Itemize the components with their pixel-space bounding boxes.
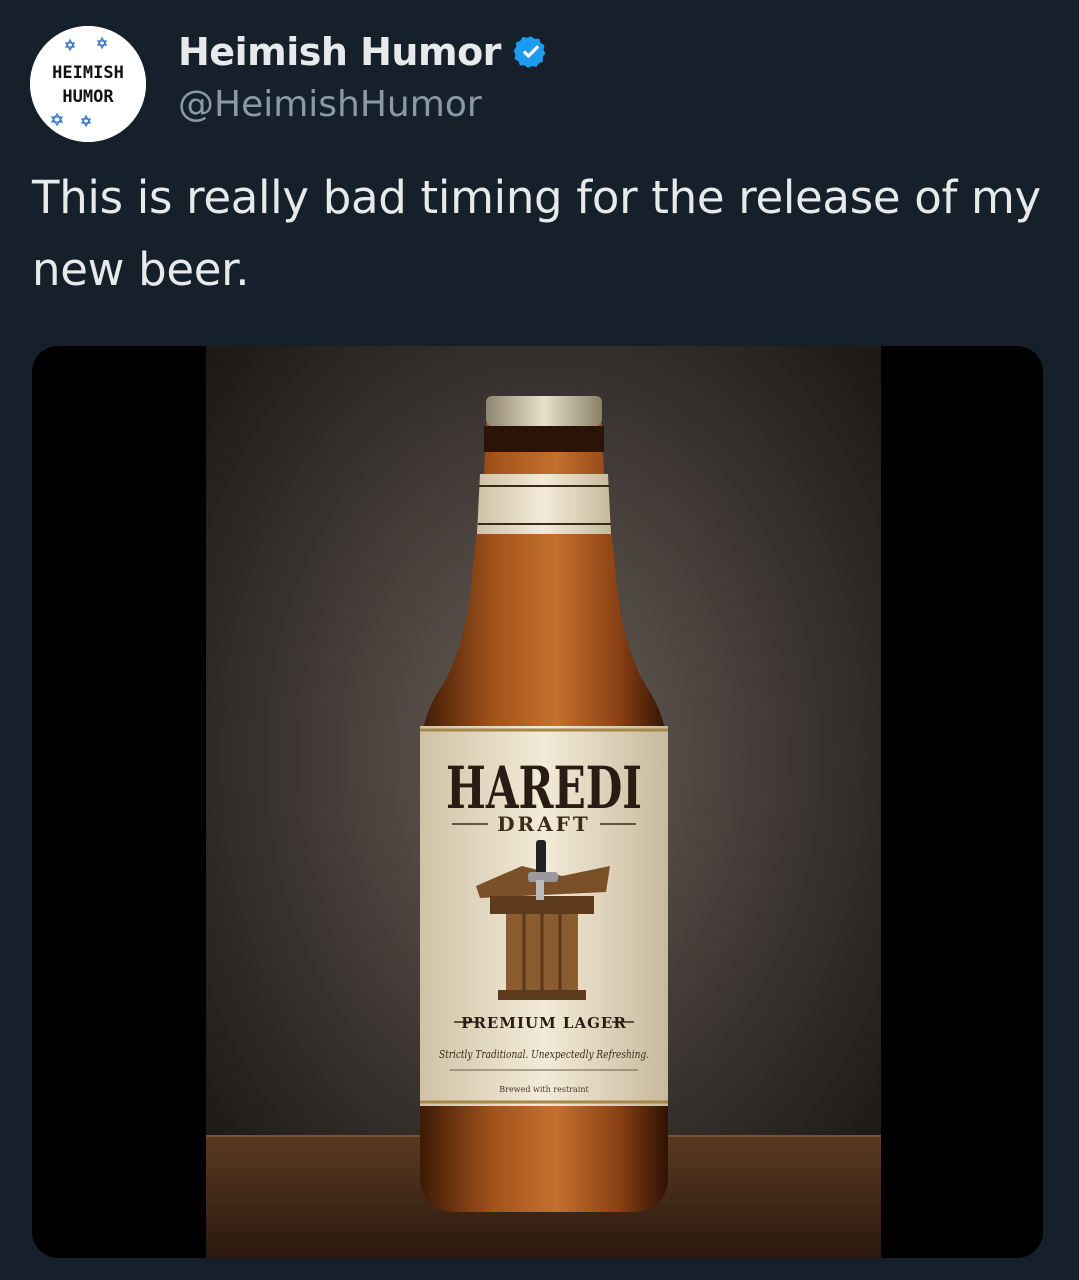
label-small-print: Brewed with restraint xyxy=(499,1085,589,1094)
label-tagline: Strictly Traditional. Unexpectedly Refre… xyxy=(439,1048,649,1061)
logo-text-line-2: HUMOR xyxy=(62,87,114,107)
verified-badge-icon xyxy=(513,36,546,68)
heimish-humor-logo: HEIMISH HUMOR xyxy=(30,26,146,142)
label-sub: DRAFT xyxy=(497,812,591,836)
author-display-name[interactable]: Heimish Humor xyxy=(178,30,501,74)
author-handle[interactable]: @HeimishHumor xyxy=(178,84,482,125)
beer-bottle-photo: HAREDI DRAFT PREMIUM LAGER Strictly Trad… xyxy=(206,346,881,1258)
avatar[interactable]: HEIMISH HUMOR xyxy=(30,26,146,142)
author-name-row: Heimish Humor xyxy=(178,30,549,74)
tweet: HEIMISH HUMOR Heimish Humor @HeimishHumo… xyxy=(0,0,1079,1280)
beer-bottle-image: HAREDI DRAFT PREMIUM LAGER Strictly Trad… xyxy=(206,346,881,1258)
logo-text-line-1: HEIMISH xyxy=(52,63,124,83)
label-type: PREMIUM LAGER xyxy=(461,1014,627,1032)
tweet-text: This is really bad timing for the releas… xyxy=(32,171,1041,296)
tweet-media[interactable]: HAREDI DRAFT PREMIUM LAGER Strictly Trad… xyxy=(32,346,1043,1258)
